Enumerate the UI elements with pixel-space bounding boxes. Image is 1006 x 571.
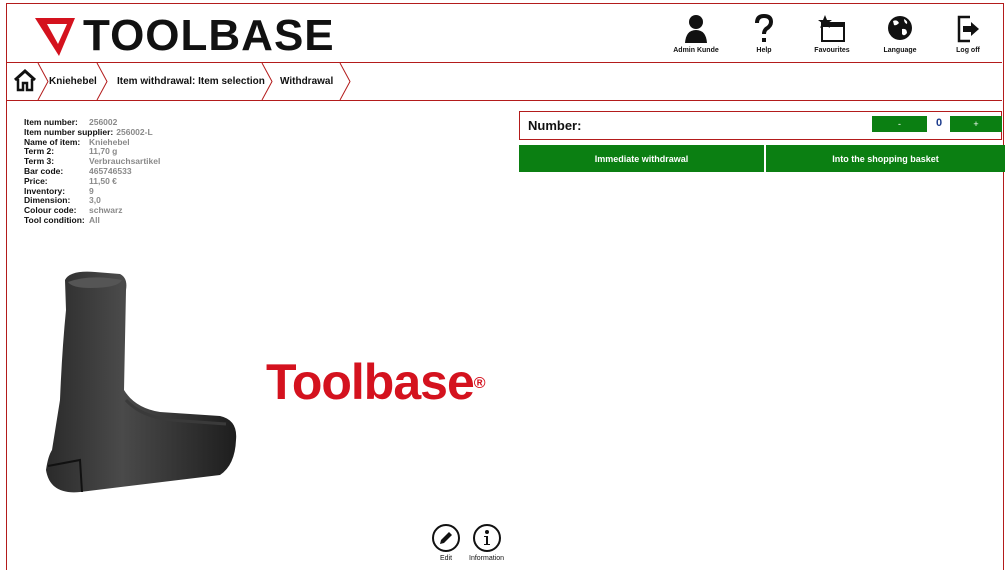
breadcrumb-chevron-icon bbox=[261, 63, 273, 100]
nav-admin[interactable]: Admin Kunde bbox=[662, 14, 730, 54]
breadcrumb-item-kniehebel[interactable]: Kniehebel bbox=[49, 63, 97, 100]
detail-row: Tool condition: All bbox=[24, 214, 160, 226]
edit-button[interactable]: Edit bbox=[431, 523, 461, 562]
favourites-icon bbox=[818, 15, 845, 42]
kniehebel-part-image bbox=[46, 271, 237, 493]
nav-logoff[interactable]: Log off bbox=[934, 14, 1002, 54]
home-icon bbox=[13, 68, 37, 92]
information-label: Information bbox=[469, 555, 505, 562]
nav-favourites-label: Favourites bbox=[814, 47, 850, 54]
detail-value: All bbox=[89, 214, 100, 225]
edit-label: Edit bbox=[439, 555, 453, 562]
info-icon bbox=[472, 524, 501, 552]
registered-mark: ® bbox=[473, 375, 486, 392]
pencil-icon bbox=[432, 524, 460, 552]
nav-admin-label: Admin Kunde bbox=[673, 47, 719, 54]
quantity-increase-button[interactable]: + bbox=[950, 116, 1002, 132]
breadcrumb-chevron-icon bbox=[96, 63, 108, 100]
detail-label: Tool condition: bbox=[24, 214, 85, 225]
nav-language[interactable]: Language bbox=[866, 14, 934, 54]
top-navigation: Admin Kunde Help Favourites Language Log… bbox=[662, 14, 1002, 54]
quantity-label: Number: bbox=[528, 118, 582, 133]
header: TOOLBASE Admin Kunde Help Favourites Lan… bbox=[7, 4, 1002, 62]
product-image bbox=[40, 270, 240, 505]
user-icon bbox=[685, 15, 707, 43]
logo-triangle-icon bbox=[35, 18, 75, 56]
help-icon bbox=[755, 14, 774, 42]
app-logo[interactable]: TOOLBASE bbox=[33, 13, 335, 59]
home-button[interactable] bbox=[13, 68, 37, 97]
nav-logoff-label: Log off bbox=[956, 47, 980, 54]
quantity-panel: Number: - 0 + bbox=[519, 111, 1002, 140]
breadcrumb-item-selection[interactable]: Item withdrawal: Item selection bbox=[117, 63, 265, 100]
information-button[interactable]: Information bbox=[469, 523, 504, 562]
breadcrumb: Kniehebel Item withdrawal: Item selectio… bbox=[7, 62, 1002, 101]
nav-language-label: Language bbox=[883, 47, 917, 54]
logout-icon bbox=[957, 15, 979, 43]
breadcrumb-item-withdrawal[interactable]: Withdrawal bbox=[280, 63, 333, 100]
breadcrumb-chevron-icon bbox=[37, 63, 49, 100]
nav-help-label: Help bbox=[756, 47, 772, 54]
quantity-decrease-button[interactable]: - bbox=[872, 116, 927, 132]
app-title: TOOLBASE bbox=[83, 11, 335, 60]
shopping-basket-button[interactable]: Into the shopping basket bbox=[766, 145, 1005, 172]
quantity-value[interactable]: 0 bbox=[931, 117, 947, 129]
nav-favourites[interactable]: Favourites bbox=[798, 14, 866, 54]
brand-watermark: Toolbase® bbox=[266, 352, 486, 412]
globe-icon bbox=[888, 16, 912, 40]
brand-watermark-text: Toolbase bbox=[266, 354, 475, 410]
item-details: Item number: 256002 Item number supplier:… bbox=[24, 117, 160, 226]
immediate-withdrawal-button[interactable]: Immediate withdrawal bbox=[519, 145, 764, 172]
nav-help[interactable]: Help bbox=[730, 14, 798, 54]
breadcrumb-chevron-icon bbox=[339, 63, 351, 100]
